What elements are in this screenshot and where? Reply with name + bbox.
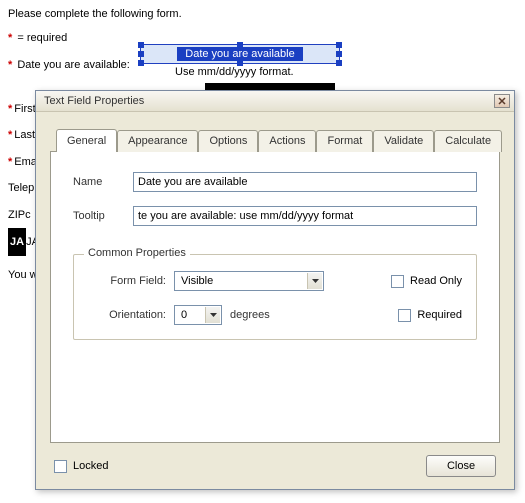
tabstrip: General Appearance Options Actions Forma… — [56, 128, 500, 151]
form-intro: Please complete the following form. — [8, 6, 517, 24]
dialog-title: Text Field Properties — [44, 95, 494, 107]
form-field-dropdown[interactable]: Visible — [174, 271, 324, 291]
close-button[interactable]: Close — [426, 455, 496, 477]
checkbox-box-icon — [398, 309, 411, 322]
locked-checkbox[interactable]: Locked — [54, 460, 108, 473]
read-only-checkbox[interactable]: Read Only — [391, 275, 462, 288]
orientation-unit: degrees — [230, 309, 270, 321]
tab-appearance[interactable]: Appearance — [117, 130, 198, 152]
selected-form-field[interactable]: Date you are available — [140, 44, 340, 64]
tab-validate[interactable]: Validate — [373, 130, 434, 152]
dialog-titlebar[interactable]: Text Field Properties — [36, 91, 514, 112]
selected-field-caption: Date you are available — [177, 47, 302, 61]
common-properties-group: Common Properties Form Field: Visible — [73, 254, 477, 340]
dialog-close-button[interactable] — [494, 94, 510, 108]
chevron-down-icon — [307, 273, 322, 289]
tooltip-input[interactable] — [133, 206, 477, 226]
date-available-label: Date you are available: — [17, 57, 130, 75]
required-star-icon: * — [8, 32, 12, 44]
required-label: Required — [417, 309, 462, 321]
tooltip-label: Tooltip — [73, 210, 133, 222]
tab-general[interactable]: General — [56, 129, 117, 152]
resize-handle-bot-left[interactable] — [138, 60, 144, 66]
checkbox-box-icon — [54, 460, 67, 473]
orientation-label: Orientation: — [88, 309, 174, 321]
orientation-dropdown[interactable]: 0 — [174, 305, 222, 325]
read-only-label: Read Only — [410, 275, 462, 287]
text-field-properties-dialog: Text Field Properties General Appearance… — [35, 90, 515, 490]
close-button-label: Close — [447, 460, 475, 472]
required-checkbox[interactable]: Required — [398, 309, 462, 322]
checkbox-box-icon — [391, 275, 404, 288]
locked-label: Locked — [73, 460, 108, 472]
date-format-hint: Use mm/dd/yyyy format. — [175, 66, 294, 78]
resize-handle-top-right[interactable] — [336, 42, 342, 48]
form-field-label: Form Field: — [88, 275, 174, 287]
close-icon — [498, 97, 506, 105]
orientation-value: 0 — [181, 309, 187, 321]
tab-format[interactable]: Format — [316, 130, 373, 152]
tab-calculate[interactable]: Calculate — [434, 130, 502, 152]
required-star-icon: * — [8, 59, 12, 71]
form-field-value: Visible — [181, 275, 213, 287]
chevron-down-icon — [205, 307, 220, 323]
tab-actions[interactable]: Actions — [258, 130, 316, 152]
common-properties-title: Common Properties — [84, 247, 190, 259]
resize-handle-top-mid[interactable] — [237, 42, 243, 48]
resize-handle-top-left[interactable] — [138, 42, 144, 48]
name-label: Name — [73, 176, 133, 188]
required-legend-text: = required — [17, 32, 67, 44]
tab-options[interactable]: Options — [198, 130, 258, 152]
tab-panel-general: Name Tooltip Common Properties Form Fiel… — [50, 151, 500, 443]
resize-handle-mid-right[interactable] — [336, 51, 342, 57]
resize-handle-bot-right[interactable] — [336, 60, 342, 66]
resize-handle-mid-left[interactable] — [138, 51, 144, 57]
name-input[interactable] — [133, 172, 477, 192]
